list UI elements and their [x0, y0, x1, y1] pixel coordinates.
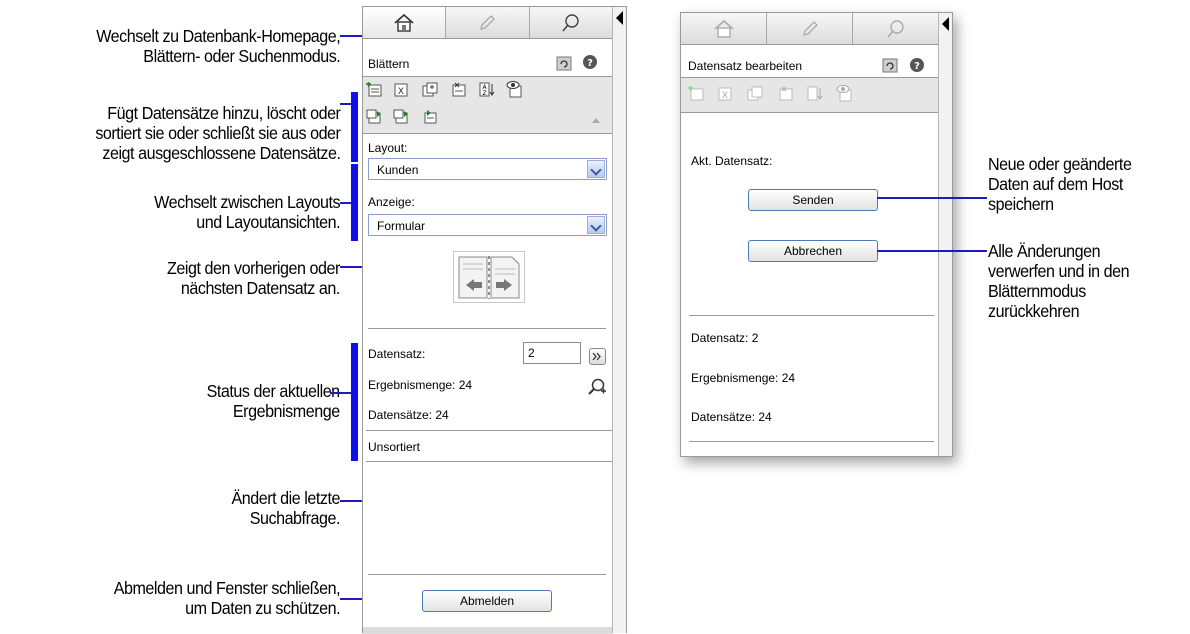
callout-home: Wechselt zu Datenbank-Homepage, Blättern-…: [95, 26, 341, 66]
callout-status: Status der aktuellen Ergebnismenge: [206, 381, 341, 421]
callout-line-submit: [877, 197, 987, 199]
home-button[interactable]: [681, 13, 767, 44]
help-icon[interactable]: ?: [582, 54, 598, 70]
pencil-icon: [480, 14, 496, 30]
mode-title: Datensatz bearbeiten: [688, 59, 803, 73]
refresh-icon[interactable]: [881, 56, 899, 74]
callout-bar-status: [351, 343, 358, 461]
layout-select-value: Kunden: [377, 163, 419, 177]
find-mode-button[interactable]: [853, 13, 938, 44]
svg-text:X: X: [722, 91, 728, 101]
found-set: Ergebnismenge: 24: [368, 378, 473, 392]
logout-button[interactable]: Abmelden: [422, 590, 552, 612]
callout-cancel: Alle Änderungen verwerfen und in den Blätt…: [988, 241, 1130, 321]
layout-label: Layout:: [368, 141, 408, 155]
pencil-icon: [802, 20, 818, 36]
sort-icon[interactable]: AZ: [479, 82, 495, 97]
help-icon[interactable]: ?: [909, 57, 925, 73]
show-all-records-icon[interactable]: [422, 109, 438, 124]
view-select-value: Formular: [377, 219, 426, 233]
svg-text:Z: Z: [482, 90, 486, 97]
find-mode-button[interactable]: [530, 7, 612, 38]
svg-text:?: ?: [587, 58, 593, 69]
omit-multiple-icon[interactable]: [393, 109, 409, 124]
duplicate-record-icon[interactable]: [422, 82, 438, 97]
delete-record-icon: X: [718, 87, 732, 101]
svg-text:X: X: [398, 87, 404, 97]
home-icon: [394, 13, 414, 32]
callout-navigate: Zeigt den vorherigen oder nächsten Datens…: [167, 258, 340, 298]
chevron-down-icon: [587, 160, 605, 178]
show-omitted-icon[interactable]: [366, 109, 382, 124]
book-navigation: [453, 251, 525, 303]
mode-navbar: [681, 13, 938, 45]
current-record-label: Akt. Datensatz:: [691, 154, 773, 168]
sort-status: Unsortiert: [368, 440, 421, 454]
callout-logout: Abmelden und Fenster schließen, um Daten …: [113, 578, 341, 618]
book-navigation-icon: [458, 256, 520, 299]
edit-panel: Datensatz bearbeiten ? X Akt. Datensatz:…: [680, 12, 953, 457]
home-button[interactable]: [363, 7, 447, 38]
edit-mode-button[interactable]: [767, 13, 853, 44]
collapse-toolbar-icon[interactable]: [591, 116, 601, 124]
collapse-strip[interactable]: [612, 7, 626, 633]
callout-bar-layouts: [351, 164, 358, 241]
found-set: Ergebnismenge: 24: [691, 371, 796, 385]
chevron-down-icon: [587, 216, 605, 234]
next-icon: [592, 352, 601, 361]
record-label: Datensatz:: [368, 347, 426, 361]
record-status: Datensatz: 2: [691, 331, 759, 345]
search-icon: [562, 13, 579, 32]
mode-title: Blättern: [368, 57, 410, 71]
submit-button[interactable]: Senden: [748, 189, 878, 211]
collapse-arrow-icon: [942, 17, 949, 31]
sort-icon: [807, 86, 823, 101]
collapse-strip[interactable]: [938, 13, 952, 456]
view-select[interactable]: Formular: [368, 214, 607, 236]
cancel-button[interactable]: Abbrechen: [748, 240, 878, 262]
browse-panel: Blättern ? X AZ Layout: Kunden Anzeige: …: [362, 6, 627, 634]
omit-record-icon: [779, 86, 793, 101]
total-records: Datensätze: 24: [368, 408, 449, 422]
duplicate-record-icon: [747, 86, 763, 101]
search-icon: [886, 19, 904, 38]
home-icon: [713, 19, 734, 38]
modify-find-icon[interactable]: [587, 377, 607, 397]
show-all-icon: [836, 85, 852, 102]
record-number-input[interactable]: 2: [523, 342, 581, 364]
collapse-arrow-icon: [616, 11, 623, 25]
view-label: Anzeige:: [368, 195, 415, 209]
callout-line-cancel: [877, 250, 987, 252]
svg-text:?: ?: [914, 61, 920, 72]
callout-records: Fügt Datensätze hinzu, löscht oder sortie…: [94, 103, 341, 163]
mode-navbar: [363, 7, 612, 39]
new-record-icon[interactable]: [366, 82, 382, 97]
total-records: Datensätze: 24: [691, 410, 772, 424]
go-to-record-button[interactable]: [589, 348, 606, 365]
show-all-icon[interactable]: [506, 80, 524, 98]
new-record-icon: [688, 86, 704, 101]
callout-find: Ändert die letzte Suchabfrage.: [231, 488, 340, 528]
refresh-icon[interactable]: [555, 54, 573, 72]
callout-bar-records: [351, 92, 358, 162]
layout-select[interactable]: Kunden: [368, 158, 607, 180]
callout-layouts: Wechselt zwischen Layouts und Layoutansic…: [154, 192, 340, 232]
callout-submit: Neue oder geänderte Daten auf dem Host spe…: [988, 154, 1132, 214]
edit-mode-button[interactable]: [446, 7, 530, 38]
delete-record-icon[interactable]: X: [393, 82, 409, 97]
omit-record-icon[interactable]: [451, 82, 467, 97]
